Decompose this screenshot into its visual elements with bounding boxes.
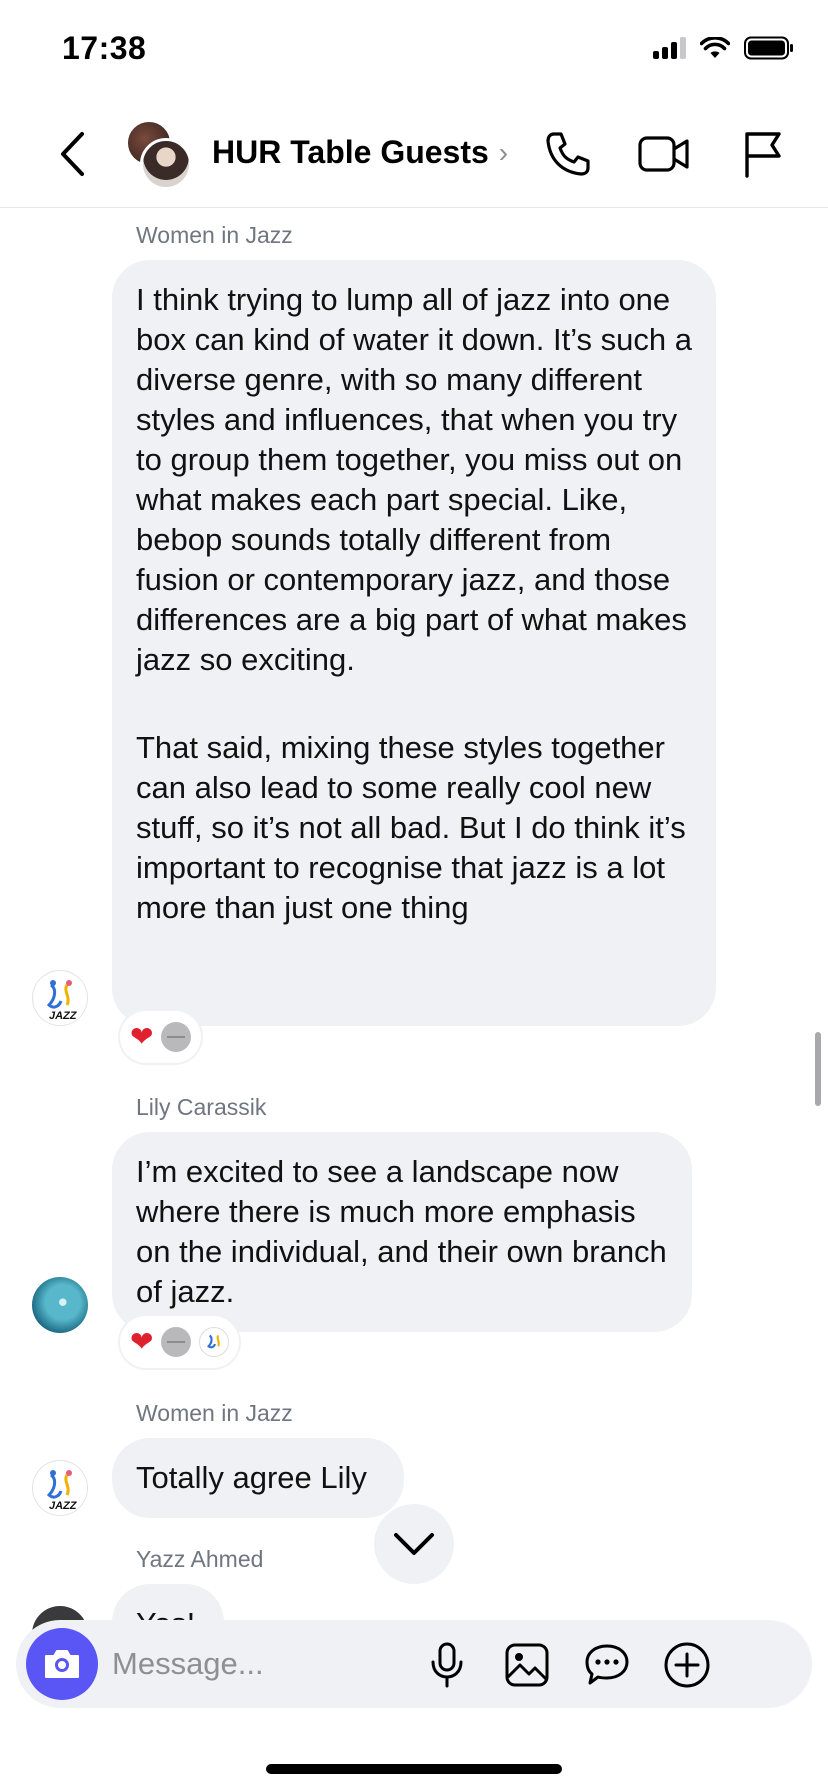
video-call-button[interactable] <box>636 126 692 182</box>
message-bubble[interactable]: I’m excited to see a landscape now where… <box>112 1132 692 1332</box>
signal-icon <box>653 37 686 59</box>
member-avatar <box>140 138 192 190</box>
avatar[interactable]: JAZZ <box>32 1460 88 1516</box>
message-text: Totally agree Lily <box>136 1460 367 1495</box>
avatar[interactable]: JAZZ <box>32 970 88 1026</box>
microphone-icon <box>431 1642 463 1688</box>
voice-message-button[interactable] <box>420 1638 474 1692</box>
message-reactions[interactable]: ❤ <box>120 1316 240 1368</box>
message-text: I’m excited to see a landscape now where… <box>136 1154 667 1309</box>
more-options-button[interactable] <box>660 1638 714 1692</box>
sender-name: Lily Carassik <box>136 1094 267 1120</box>
wifi-icon <box>700 37 730 58</box>
message-text: That said, mixing these styles together … <box>136 730 686 925</box>
phone-icon <box>546 132 590 176</box>
message-reactions[interactable]: ❤ <box>120 1011 202 1063</box>
status-icons <box>653 36 794 60</box>
svg-text:JAZZ: JAZZ <box>49 1010 78 1022</box>
plus-circle-icon <box>664 1642 710 1688</box>
flag-icon <box>745 132 781 178</box>
svg-text:JAZZ: JAZZ <box>49 1500 78 1512</box>
status-time: 17:38 <box>62 30 147 66</box>
chat-header: HUR Table Guests › <box>0 100 828 208</box>
gallery-button[interactable] <box>500 1638 554 1692</box>
scroll-to-bottom-button[interactable] <box>374 1504 454 1584</box>
status-bar: 17:38 <box>0 0 828 100</box>
message-input[interactable] <box>112 1634 472 1694</box>
chevron-right-icon: › <box>498 136 509 168</box>
chat-title[interactable]: HUR Table Guests › <box>212 134 508 171</box>
women-in-jazz-logo-icon: JAZZ <box>34 972 87 1025</box>
message-bubble[interactable]: I think trying to lump all of jazz into … <box>112 260 716 1026</box>
reaction-avatar <box>199 1327 230 1357</box>
sender-name: Women in Jazz <box>136 1400 293 1426</box>
video-camera-icon <box>638 136 689 172</box>
back-button[interactable] <box>52 126 92 182</box>
sender-name: Women in Jazz <box>136 222 293 248</box>
avatar[interactable] <box>32 1277 88 1333</box>
camera-button[interactable] <box>26 1628 98 1700</box>
women-in-jazz-logo-icon <box>207 1334 221 1349</box>
image-icon <box>505 1643 549 1687</box>
chevron-left-icon <box>61 132 84 176</box>
message-bubble[interactable]: Totally agree Lily <box>112 1438 404 1518</box>
reaction-avatar <box>161 1327 192 1357</box>
group-avatar[interactable] <box>126 120 194 190</box>
voice-call-button[interactable] <box>540 126 596 182</box>
camera-icon <box>45 1650 79 1678</box>
reaction-avatar <box>161 1022 192 1052</box>
scrollbar[interactable] <box>815 1032 821 1106</box>
sticker-button[interactable] <box>580 1638 634 1692</box>
battery-icon <box>744 36 793 60</box>
home-indicator <box>266 1764 562 1774</box>
chevron-down-icon <box>394 1533 434 1555</box>
heart-reaction-icon: ❤ <box>130 1021 154 1052</box>
women-in-jazz-logo-icon: JAZZ <box>34 1462 87 1515</box>
sender-name: Yazz Ahmed <box>136 1546 264 1572</box>
message-composer <box>16 1620 812 1708</box>
chat-bubble-icon <box>585 1644 629 1685</box>
heart-reaction-icon: ❤ <box>130 1326 154 1357</box>
chat-title-text: HUR Table Guests <box>212 134 489 170</box>
report-button[interactable] <box>734 126 790 182</box>
message-text: I think trying to lump all of jazz into … <box>136 282 693 677</box>
